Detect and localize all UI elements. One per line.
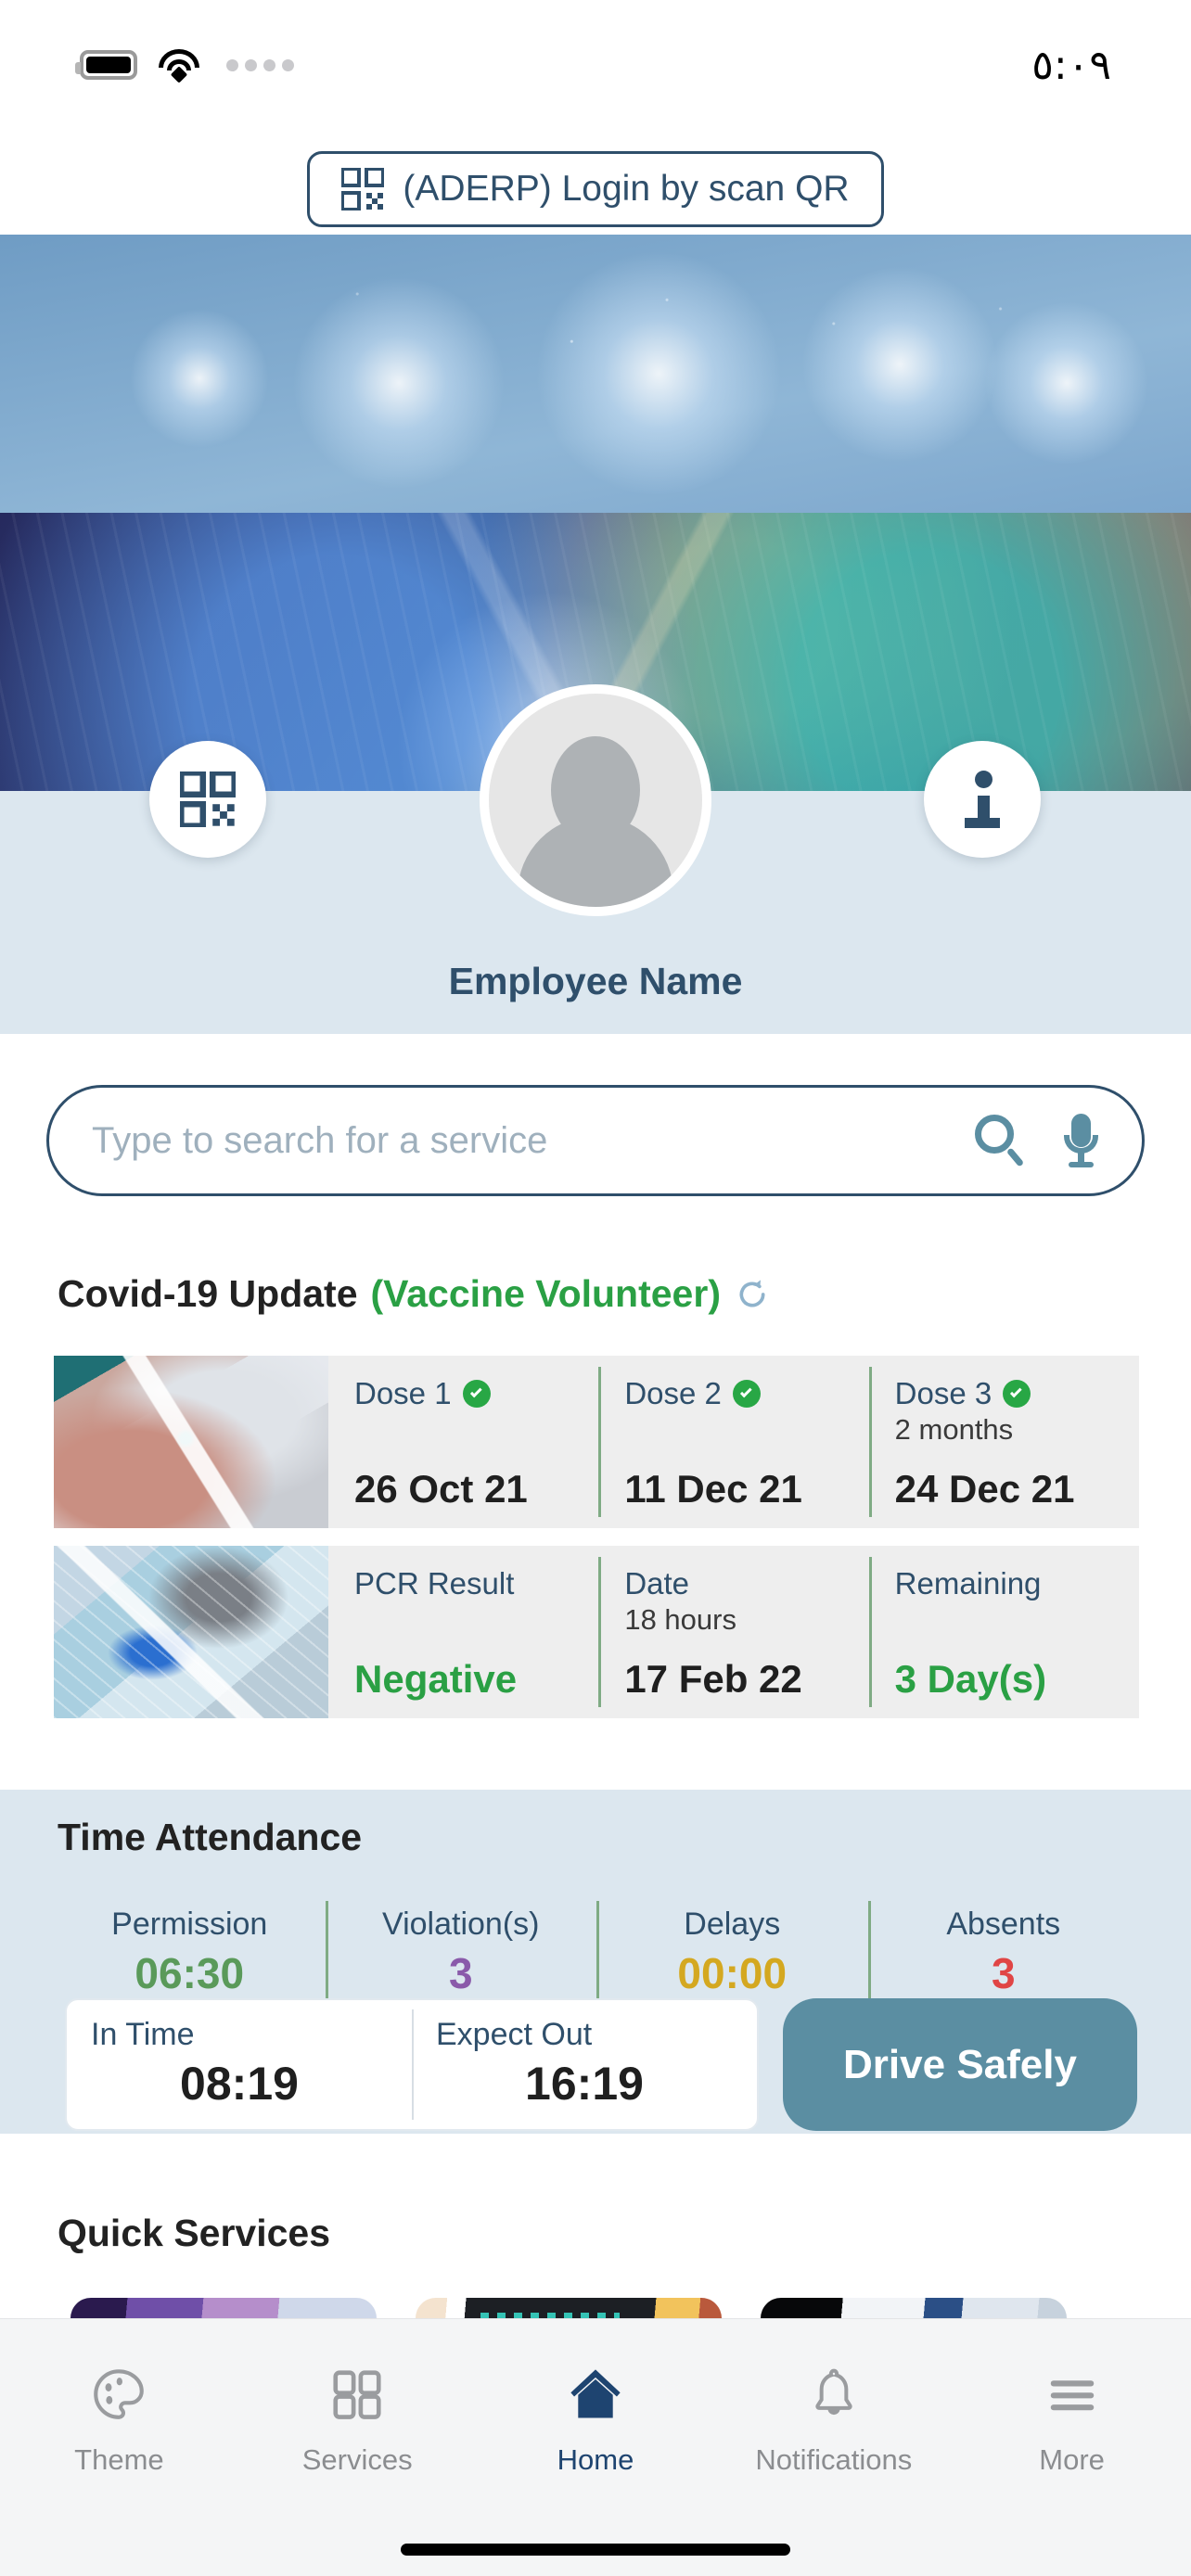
covid-pcr-card[interactable]: PCR Result Negative Date 18 hours 17 Feb… [54,1546,1139,1718]
profile-info-button[interactable] [924,741,1041,858]
dose-3-cell: Dose 3 2 months 24 Dec 21 [868,1356,1139,1528]
search-bar[interactable] [46,1085,1145,1196]
qr-login-container: (ADERP) Login by scan QR [0,151,1191,227]
stat-violations-label: Violation(s) [382,1906,540,1942]
status-bar-clock: ٥:٠٩ [1031,41,1111,89]
palette-icon [84,2360,153,2429]
wifi-icon [158,49,200,83]
pcr-result-value: Negative [354,1657,518,1701]
aderp-login-qr-button[interactable]: (ADERP) Login by scan QR [307,151,884,227]
stat-violations-value: 3 [448,1949,473,1997]
in-time-cell[interactable]: In Time 08:19 [67,2000,412,2129]
nav-label-services: Services [301,2443,413,2476]
quick-services-title: Quick Services [58,2212,331,2254]
refresh-icon[interactable] [734,1276,771,1313]
pcr-date-label: Date [624,1566,690,1600]
punch-times-card: In Time 08:19 Expect Out 16:19 [65,1998,759,2131]
time-attendance-stats: Permission 06:30 Violation(s) 3 Delays 0… [54,1901,1139,2004]
employee-name: Employee Name [448,960,743,1002]
home-indicator[interactable] [401,2544,790,2556]
stat-absents[interactable]: Absents 3 [867,1901,1140,2004]
nav-item-notifications[interactable]: Notifications [714,2360,953,2477]
covid-title-text: Covid-19 Update [58,1272,358,1315]
expect-out-cell[interactable]: Expect Out 16:19 [412,2000,757,2129]
nav-item-theme[interactable]: Theme [0,2360,238,2477]
info-icon [965,771,1000,828]
dose-2-value: 11 Dec 21 [624,1467,802,1511]
nav-label-more: More [1039,2443,1105,2476]
dose-2-label: Dose 2 [624,1376,722,1410]
bell-icon [800,2360,868,2429]
stat-permission-value: 06:30 [134,1949,245,1997]
expect-out-label: Expect Out [436,2017,593,2052]
verified-check-icon [1003,1380,1031,1408]
microphone-icon[interactable] [1062,1114,1099,1167]
qr-code-icon [180,772,236,827]
covid-section-title: Covid-19 Update (Vaccine Volunteer) [58,1272,771,1316]
grid-icon [323,2360,391,2429]
pcr-result-label: PCR Result [354,1566,515,1600]
nav-item-services[interactable]: Services [238,2360,477,2477]
pcr-result-cell: PCR Result Negative [328,1546,598,1718]
stat-violations[interactable]: Violation(s) 3 [325,1901,597,2004]
aderp-login-qr-label: (ADERP) Login by scan QR [403,169,850,209]
stat-delays-label: Delays [684,1906,781,1942]
search-icon[interactable] [975,1115,1025,1167]
app-screen: ٥:٠٩ (ADERP) Login by scan QR Employee N… [0,0,1191,2576]
nav-label-theme: Theme [74,2443,164,2476]
search-input[interactable] [92,1119,975,1162]
dose-1-label: Dose 1 [354,1376,452,1410]
verified-check-icon [462,1380,491,1408]
time-attendance-title: Time Attendance [58,1816,363,1858]
nav-item-more[interactable]: More [953,2360,1191,2477]
stat-delays-value: 00:00 [677,1949,788,1997]
dose-3-value: 24 Dec 21 [894,1467,1075,1511]
bottom-navigation-bar: Theme Services Home Notifications More [0,2318,1191,2576]
nav-item-home[interactable]: Home [477,2360,715,2477]
dose-2-cell: Dose 2 11 Dec 21 [598,1356,868,1528]
status-bar-indicators [75,49,294,83]
dose-3-label: Dose 3 [894,1376,992,1410]
profile-qr-button[interactable] [149,741,266,858]
avatar[interactable] [480,684,711,916]
pcr-date-cell: Date 18 hours 17 Feb 22 [598,1546,868,1718]
home-icon [561,2360,630,2429]
expect-out-value: 16:19 [525,2058,644,2110]
vaccination-photo [54,1356,328,1528]
covid-subtitle-text: (Vaccine Volunteer) [370,1272,721,1315]
covid-dose-card[interactable]: Dose 1 26 Oct 21 Dose 2 11 Dec 21 Dose 3… [54,1356,1139,1528]
verified-check-icon [732,1380,761,1408]
status-bar: ٥:٠٩ [0,0,1191,130]
in-time-value: 08:19 [180,2058,299,2110]
dose-1-cell: Dose 1 26 Oct 21 [328,1356,598,1528]
pcr-test-photo [54,1546,328,1718]
stat-delays[interactable]: Delays 00:00 [596,1901,868,2004]
nav-label-notifications: Notifications [755,2443,913,2476]
qr-code-icon [341,168,385,210]
in-time-label: In Time [91,2017,195,2052]
pcr-date-sub: 18 hours [624,1603,736,1636]
pcr-remaining-value: 3 Day(s) [894,1657,1047,1701]
stat-absents-value: 3 [991,1949,1016,1997]
pcr-remaining-cell: Remaining 3 Day(s) [868,1546,1139,1718]
stat-absents-label: Absents [946,1906,1061,1942]
nav-label-home: Home [557,2443,634,2476]
drive-safely-button[interactable]: Drive Safely [783,1998,1137,2131]
time-attendance-actions: In Time 08:19 Expect Out 16:19 Drive Saf… [65,1998,1137,2131]
dose-1-value: 26 Oct 21 [354,1467,528,1511]
hamburger-icon [1038,2360,1107,2429]
hero-sky [0,235,1191,531]
dose-3-sub: 2 months [894,1413,1014,1446]
signal-dots-icon [226,58,294,71]
battery-icon [75,50,137,80]
stat-permission[interactable]: Permission 06:30 [54,1901,326,2004]
pcr-date-value: 17 Feb 22 [624,1657,802,1701]
stat-permission-label: Permission [111,1906,268,1942]
pcr-remaining-label: Remaining [894,1566,1042,1600]
